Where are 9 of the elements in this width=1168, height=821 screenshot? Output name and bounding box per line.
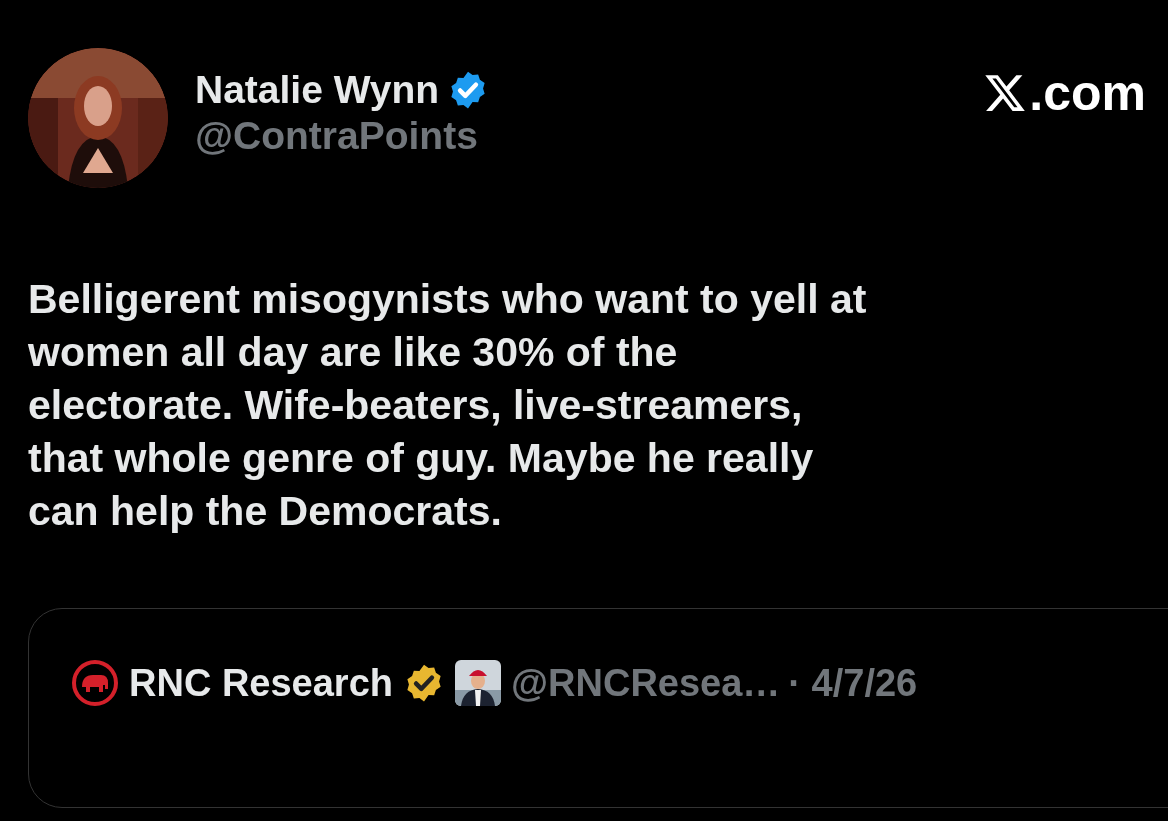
quoted-post-card[interactable]: RNC Research @RNCResea… · 4/7/26 xyxy=(28,608,1168,808)
author-handle[interactable]: @ContraPoints xyxy=(195,114,490,158)
author-name[interactable]: Natalie Wynn xyxy=(195,68,440,112)
quoted-post-date: · 4/7/26 xyxy=(788,661,918,705)
post-text: Belligerent misogynists who want to yell at women all day are like 30% of the electorate. Wife-beaters, live-streamers, that whole genre of guy. Maybe he really can help the Democrats. xyxy=(28,275,868,536)
site-name: .com xyxy=(1029,64,1146,122)
quoted-author-handle[interactable]: @RNCResea… xyxy=(511,661,781,705)
elephant-icon xyxy=(71,659,119,707)
quoted-author-name[interactable]: RNC Research xyxy=(129,661,393,705)
